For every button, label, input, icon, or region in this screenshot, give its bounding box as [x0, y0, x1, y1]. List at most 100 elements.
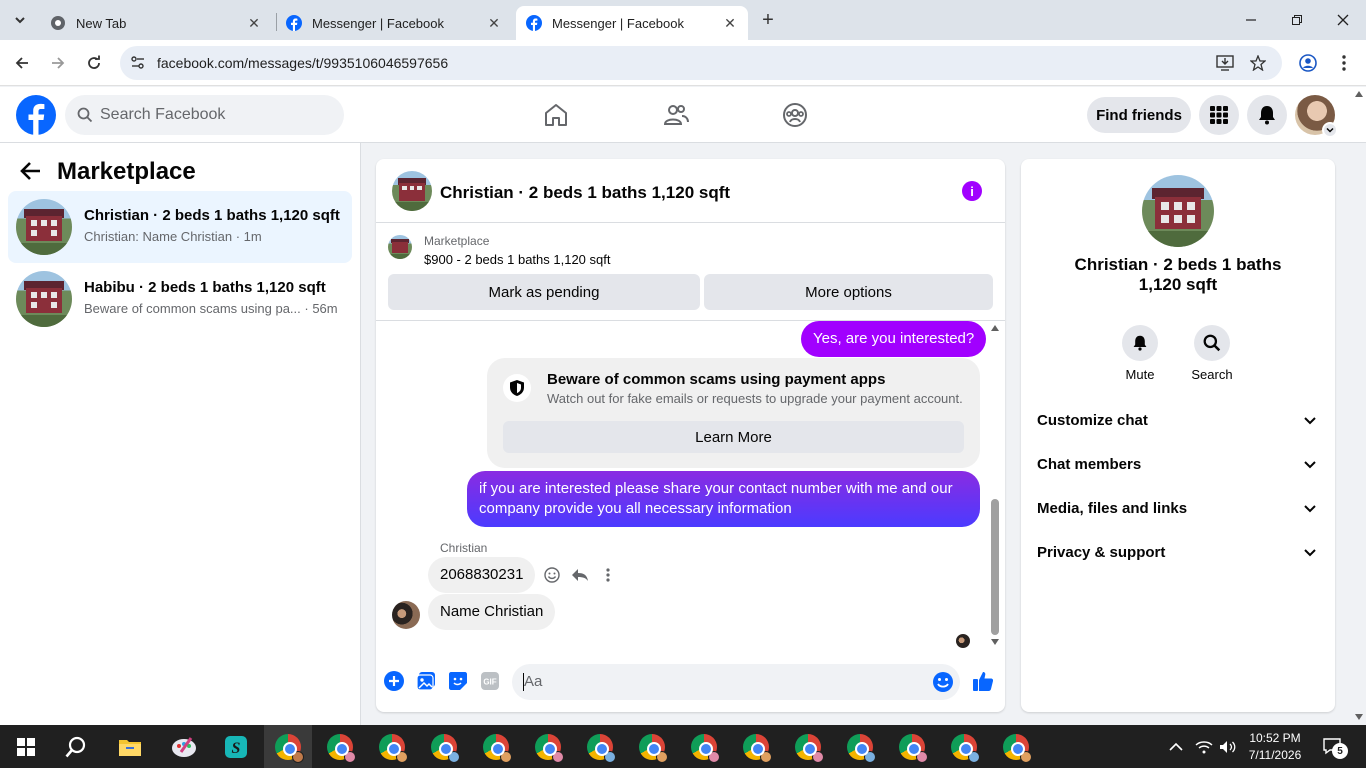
menu-button[interactable]	[1199, 95, 1239, 135]
taskbar-chrome-window[interactable]	[472, 725, 520, 768]
reply-button[interactable]	[570, 565, 590, 585]
listing-thumbnail-large[interactable]	[1142, 175, 1214, 247]
learn-more-button[interactable]: Learn More	[503, 421, 964, 453]
listing-description[interactable]: $900 - 2 beds 1 baths 1,120 sqft	[424, 252, 610, 267]
notifications-button[interactable]	[1247, 95, 1287, 135]
taskbar-chrome-window[interactable]	[992, 725, 1040, 768]
reload-icon	[88, 55, 100, 69]
folder-icon	[119, 739, 141, 756]
message-incoming[interactable]: Name Christian	[428, 594, 556, 630]
address-bar[interactable]: facebook.com/messages/t/9935106046597656	[120, 46, 1282, 80]
privacy-support-section[interactable]: Privacy & support	[1029, 531, 1327, 575]
taskbar-chrome-window[interactable]	[576, 725, 624, 768]
file-explorer-button[interactable]	[106, 725, 154, 768]
taskbar-chrome-window[interactable]	[680, 725, 728, 768]
start-button[interactable]	[2, 725, 50, 768]
tab-messenger-1[interactable]: Messenger | Facebook ✕	[276, 6, 512, 40]
react-button[interactable]	[542, 565, 562, 585]
tab-search-button[interactable]	[8, 8, 32, 32]
conversation-item-habibu[interactable]: Habibu · 2 beds 1 baths 1,120 sqft Bewar…	[8, 263, 352, 335]
emoji-icon[interactable]	[932, 671, 954, 693]
search-input[interactable]: Search Facebook	[65, 95, 344, 135]
photo-icon	[416, 672, 435, 691]
send-like-button[interactable]	[972, 670, 994, 692]
minimize-button[interactable]	[1228, 0, 1274, 40]
taskbar-chrome-window[interactable]	[524, 725, 572, 768]
scrollbar-thumb[interactable]	[991, 499, 999, 635]
taskbar-chrome-window[interactable]	[316, 725, 364, 768]
close-icon[interactable]: ✕	[722, 15, 738, 31]
home-nav-button[interactable]	[540, 99, 572, 131]
groups-nav-button[interactable]	[779, 99, 811, 131]
grid-menu-icon	[1210, 106, 1228, 124]
find-friends-button[interactable]: Find friends	[1087, 97, 1191, 133]
profile-button[interactable]	[1296, 51, 1320, 75]
facebook-icon	[526, 15, 542, 31]
sticker-button[interactable]	[447, 670, 469, 692]
network-status[interactable]	[1192, 725, 1216, 768]
tab-new-tab[interactable]: New Tab ✕	[40, 6, 272, 40]
taskbar-clock[interactable]: 10:52 PM 7/11/2026	[1240, 730, 1310, 764]
close-icon[interactable]: ✕	[486, 15, 502, 31]
back-button[interactable]	[10, 51, 34, 75]
close-icon[interactable]: ✕	[246, 15, 262, 31]
message-incoming[interactable]: 2068830231	[428, 557, 536, 593]
taskbar-chrome-window[interactable]	[784, 725, 832, 768]
message-outgoing[interactable]: if you are interested please share your …	[467, 471, 980, 527]
taskbar-chrome-window[interactable]	[628, 725, 676, 768]
paint-app-button[interactable]	[160, 725, 208, 768]
conversation-item-christian[interactable]: Christian · 2 beds 1 baths 1,120 sqft Ch…	[8, 191, 352, 263]
page-scrollbar[interactable]	[1352, 87, 1366, 725]
sender-avatar[interactable]	[392, 601, 420, 629]
surfshark-app-button[interactable]: S	[212, 725, 260, 768]
tab-messenger-2[interactable]: Messenger | Facebook ✕	[516, 6, 748, 40]
search-in-conversation-button[interactable]: Search	[1182, 325, 1242, 382]
browser-menu-button[interactable]	[1332, 51, 1356, 75]
sender-name: Christian	[440, 541, 488, 555]
friends-nav-button[interactable]	[660, 99, 692, 131]
new-tab-button[interactable]: +	[756, 8, 780, 32]
facebook-logo-icon[interactable]	[16, 95, 56, 135]
message-composer: GIF Aa	[376, 651, 1005, 712]
restore-button[interactable]	[1274, 0, 1320, 40]
arrow-left-icon[interactable]	[20, 161, 42, 181]
marketplace-listing-strip: Marketplace $900 - 2 beds 1 baths 1,120 …	[376, 223, 1005, 321]
taskbar-chrome-window[interactable]	[368, 725, 416, 768]
reload-button[interactable]	[82, 51, 106, 75]
forward-button[interactable]	[46, 51, 70, 75]
more-actions-plus-button[interactable]	[383, 670, 405, 692]
chat-title[interactable]: Christian · 2 beds 1 baths 1,120 sqft	[440, 183, 730, 203]
taskbar-chrome-window[interactable]	[940, 725, 988, 768]
gif-button[interactable]: GIF	[479, 670, 501, 692]
listing-thumbnail	[16, 199, 72, 255]
listing-thumbnail[interactable]	[392, 171, 432, 211]
volume-control[interactable]	[1216, 725, 1240, 768]
message-scrollbar[interactable]	[988, 321, 1002, 651]
show-hidden-icons-button[interactable]	[1164, 725, 1188, 768]
attach-photo-button[interactable]	[415, 670, 437, 692]
more-actions-button[interactable]	[598, 565, 618, 585]
taskbar-search-button[interactable]	[52, 725, 100, 768]
install-app-icon[interactable]	[1216, 55, 1234, 71]
chat-members-section[interactable]: Chat members	[1029, 443, 1327, 487]
taskbar-chrome-window[interactable]	[420, 725, 468, 768]
bookmark-star-icon[interactable]	[1250, 55, 1266, 71]
chevron-up-icon	[1169, 742, 1183, 751]
mute-button[interactable]: Mute	[1110, 325, 1170, 382]
more-options-button[interactable]: More options	[704, 274, 993, 310]
taskbar-chrome-window[interactable]	[888, 725, 936, 768]
message-input[interactable]: Aa	[512, 664, 960, 700]
close-window-button[interactable]	[1320, 0, 1366, 40]
customize-chat-section[interactable]: Customize chat	[1029, 399, 1327, 443]
notification-center-button[interactable]: 5	[1318, 725, 1348, 768]
mark-as-pending-button[interactable]: Mark as pending	[388, 274, 700, 310]
taskbar-chrome-active[interactable]	[264, 725, 312, 768]
message-outgoing[interactable]: Yes, are you interested?	[801, 321, 987, 357]
panel-title: Marketplace	[57, 158, 196, 185]
taskbar-chrome-window[interactable]	[836, 725, 884, 768]
account-avatar[interactable]	[1295, 95, 1338, 138]
media-files-links-section[interactable]: Media, files and links	[1029, 487, 1327, 531]
info-icon[interactable]: i	[962, 181, 982, 201]
smile-icon	[544, 567, 560, 583]
taskbar-chrome-window[interactable]	[732, 725, 780, 768]
